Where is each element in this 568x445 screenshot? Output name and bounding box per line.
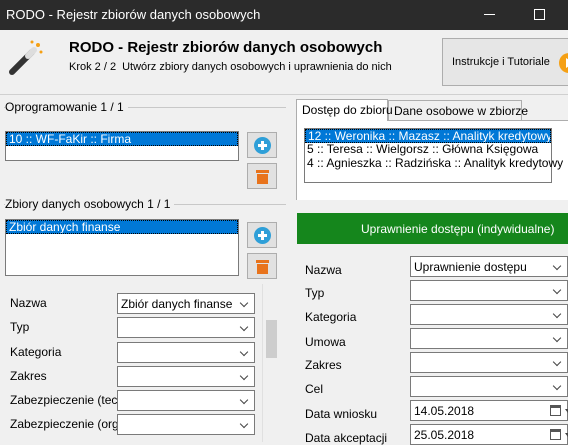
list-item[interactable]: 10 :: WF-FaKir :: Firma <box>6 132 238 146</box>
list-item[interactable]: 4 :: Agnieszka :: Radzińska :: Analityk … <box>305 157 563 171</box>
delete-dataset-button[interactable] <box>247 253 277 279</box>
dataset-category-combo[interactable] <box>117 342 255 363</box>
chevron-down-icon <box>553 310 563 320</box>
plus-icon <box>254 137 271 154</box>
software-group-label: Oprogramowanie 1 / 1 <box>5 100 128 114</box>
field-label: Data akceptacji <box>305 431 388 445</box>
tutorial-button[interactable]: Instrukcje i Tutoriale <box>442 38 568 86</box>
chevron-down-icon <box>240 348 250 358</box>
scrollbar-thumb[interactable] <box>266 320 277 358</box>
dataset-form: Nazwa Zbiór danych finanse Typ Kategoria… <box>4 284 286 442</box>
date-value: 25.05.2018 <box>414 428 475 442</box>
dataset-name-combo[interactable]: Zbiór danych finanse <box>117 293 255 314</box>
permission-category-combo[interactable] <box>410 304 568 325</box>
field-label: Nazwa <box>10 296 47 310</box>
chevron-down-icon <box>240 420 250 430</box>
permission-agreement-combo[interactable] <box>410 328 568 349</box>
datasets-list[interactable]: Zbiór danych finanse <box>5 219 239 276</box>
section-title: Uprawnienie dostępu (indywidualne) <box>361 222 555 236</box>
field-label: Typ <box>10 320 30 334</box>
step-number: Krok 2 / 2 <box>69 61 117 73</box>
field-label: Kategoria <box>305 310 357 324</box>
section-header: Uprawnienie dostępu (indywidualne) <box>297 213 568 244</box>
trash-icon <box>256 170 269 184</box>
minimize-icon[interactable] <box>484 14 495 15</box>
dataset-security-org-combo[interactable] <box>117 414 255 435</box>
form-scrollbar[interactable] <box>262 284 279 442</box>
chevron-down-icon <box>553 262 563 272</box>
add-software-button[interactable] <box>247 132 277 158</box>
field-label: Data wniosku <box>305 407 378 421</box>
chevron-down-icon <box>553 334 563 344</box>
app-title: RODO - Rejestr zbiorów danych osobowych <box>69 39 383 56</box>
combo-value: Zbiór danych finanse <box>121 297 233 311</box>
datasets-group-label: Zbiory danych osobowych 1 / 1 <box>5 197 175 211</box>
field-label: Zakres <box>305 358 342 372</box>
field-label: Zabezpieczenie (tech) <box>10 393 129 407</box>
field-label: Cel <box>305 382 324 396</box>
access-list[interactable]: 12 :: Weronika :: Mazasz :: Analityk kre… <box>304 128 563 183</box>
field-label: Umowa <box>305 335 346 349</box>
tab-label: Dostęp do zbioru <box>302 103 393 117</box>
chevron-down-icon <box>240 396 250 406</box>
dataset-security-tech-combo[interactable] <box>117 390 255 411</box>
calendar-icon[interactable] <box>550 405 568 416</box>
step-description: Utwórz zbiory danych osobowych i uprawni… <box>122 61 392 73</box>
field-label: Nazwa <box>305 263 342 277</box>
field-label: Zabezpieczenie (org) <box>10 417 123 431</box>
request-date-picker[interactable]: 14.05.2018 <box>410 400 568 421</box>
list-item[interactable]: 12 :: Weronika :: Mazasz :: Analityk kre… <box>305 129 551 143</box>
tab-access[interactable]: Dostęp do zbioru <box>296 99 393 121</box>
permission-name-combo[interactable]: Uprawnienie dostępu <box>410 256 568 277</box>
tab-personal-data[interactable]: Dane osobowe w zbiorze <box>388 100 528 121</box>
header-divider <box>0 94 568 95</box>
add-dataset-button[interactable] <box>247 222 277 248</box>
tab-panel: 12 :: Weronika :: Mazasz :: Analityk kre… <box>296 120 568 200</box>
maximize-icon[interactable] <box>534 9 545 20</box>
permission-type-combo[interactable] <box>410 280 568 301</box>
list-item[interactable]: 5 :: Teresa :: Wielgorsz :: Główna Księg… <box>305 143 551 157</box>
chevron-down-icon <box>240 323 250 333</box>
dataset-type-combo[interactable] <box>117 317 255 338</box>
chevron-down-icon <box>553 382 563 392</box>
permission-scope-combo[interactable] <box>410 352 568 373</box>
delete-software-button[interactable] <box>247 163 277 189</box>
calendar-icon[interactable] <box>550 429 568 440</box>
play-icon <box>559 53 568 73</box>
dataset-scope-combo[interactable] <box>117 366 255 387</box>
tab-label: Dane osobowe w zbiorze <box>394 104 529 118</box>
chevron-down-icon <box>240 299 250 309</box>
chevron-down-icon <box>240 372 250 382</box>
plus-icon <box>254 227 271 244</box>
trash-icon <box>256 260 269 274</box>
combo-value: Uprawnienie dostępu <box>414 260 527 274</box>
acceptance-date-picker[interactable]: 25.05.2018 <box>410 424 568 445</box>
app-header: RODO - Rejestr zbiorów danych osobowych … <box>0 30 568 94</box>
field-label: Kategoria <box>10 345 62 359</box>
magic-wand-icon <box>9 40 43 75</box>
field-label: Zakres <box>10 369 47 383</box>
chevron-down-icon <box>553 286 563 296</box>
software-list[interactable]: 10 :: WF-FaKir :: Firma <box>5 131 239 161</box>
permission-purpose-combo[interactable] <box>410 376 568 397</box>
field-label: Typ <box>305 286 325 300</box>
chevron-down-icon <box>553 358 563 368</box>
date-value: 14.05.2018 <box>414 404 475 418</box>
tutorial-button-label: Instrukcje i Tutoriale <box>452 56 550 68</box>
step-indicator: Krok 2 / 2 Utwórz zbiory danych osobowych… <box>69 61 392 73</box>
window-title: RODO - Rejestr zbiorów danych osobowych <box>6 7 261 22</box>
window-titlebar: RODO - Rejestr zbiorów danych osobowych <box>0 0 568 30</box>
list-item[interactable]: Zbiór danych finanse <box>6 220 238 234</box>
